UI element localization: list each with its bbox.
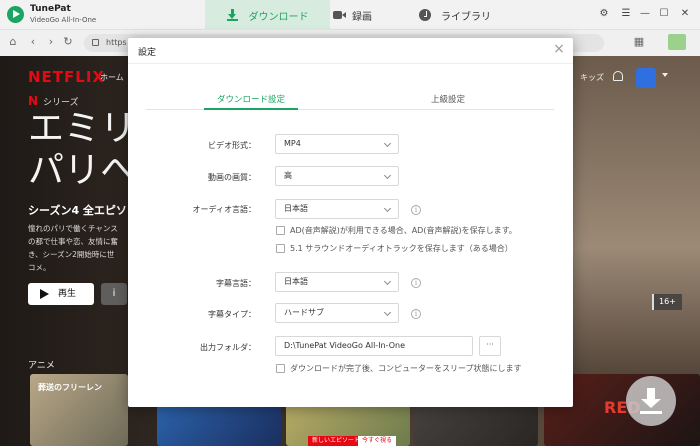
- subtitle-type-value: ハードサブ: [284, 308, 324, 317]
- chevron-down-icon: [383, 204, 392, 213]
- active-tab-indicator: [204, 108, 298, 110]
- settings-dialog: 設定 × ダウンロード設定 上級設定 ビデオ形式： MP4 動画の画質： 高 オ…: [128, 38, 573, 407]
- ad-audio-checkbox[interactable]: [276, 226, 285, 235]
- back-icon[interactable]: ‹: [26, 35, 40, 48]
- caret-down-icon[interactable]: [662, 73, 668, 77]
- tab-download[interactable]: ダウンロード: [205, 0, 330, 30]
- show-title: エミリ パリへ: [28, 108, 136, 192]
- grid-icon[interactable]: ▦: [632, 35, 646, 48]
- subtitle-type-select[interactable]: ハードサブ: [275, 303, 399, 323]
- card-title: 葬送のフリーレン: [38, 383, 102, 392]
- audio-language-select[interactable]: 日本語: [275, 199, 399, 219]
- info-icon[interactable]: i: [411, 278, 421, 288]
- play-button[interactable]: 再生: [28, 283, 94, 305]
- browse-folder-button[interactable]: ···: [479, 336, 501, 356]
- download-fab-icon[interactable]: [626, 376, 676, 426]
- chevron-down-icon: [383, 139, 392, 148]
- video-quality-select[interactable]: 高: [275, 166, 399, 186]
- output-folder-field[interactable]: D:\TunePat VideoGo All-In-One: [275, 336, 473, 356]
- lock-icon: [92, 39, 99, 46]
- info-icon[interactable]: i: [411, 309, 421, 319]
- dialog-title: 設定: [138, 48, 157, 58]
- kids-link[interactable]: キッズ: [580, 72, 604, 83]
- subtitle-type-label: 字幕タイプ：: [208, 310, 256, 319]
- netflix-logo[interactable]: NETFLIX: [28, 68, 105, 86]
- video-format-label: ビデオ形式：: [208, 141, 256, 150]
- tab-record-label: 録画: [352, 11, 372, 23]
- chevron-down-icon: [383, 171, 392, 180]
- divider: [128, 63, 573, 64]
- show-description: 憧れのパリで働くチャンス の都で仕事や恋、友情に奮 き、シーズン2開始時に世 コ…: [28, 222, 128, 274]
- desc-line: 憧れのパリで働くチャンス: [28, 224, 118, 233]
- row-title: アニメ: [28, 361, 55, 371]
- surround-audio-label: 5.1 サラウンドオーディオトラックを保存します（ある場合）: [290, 244, 513, 253]
- clock-icon: [419, 9, 431, 21]
- output-folder-label: 出力フォルダ：: [200, 343, 256, 352]
- tab-record[interactable]: 録画: [333, 0, 413, 30]
- app-titlebar: TunePat VideoGo All-In-One ダウンロード 録画 ライブ…: [0, 0, 700, 30]
- video-quality-value: 高: [284, 171, 292, 180]
- maximize-icon[interactable]: ☐: [657, 7, 671, 21]
- forward-icon[interactable]: ›: [44, 35, 58, 48]
- desc-line: の都で仕事や恋、友情に奮: [28, 237, 118, 246]
- title-card[interactable]: 葬送のフリーレン: [30, 374, 128, 446]
- video-quality-label: 動画の画質：: [208, 173, 256, 182]
- subtitle-language-select[interactable]: 日本語: [275, 272, 399, 292]
- desc-line: き、シーズン2開始時に世: [28, 250, 115, 259]
- sleep-after-download-label: ダウンロードが完了後、コンピューターをスリープ状態にします: [290, 364, 522, 373]
- tab-library[interactable]: ライブラリ: [419, 0, 499, 30]
- reload-icon[interactable]: ↻: [61, 35, 75, 48]
- tab-library-label: ライブラリ: [441, 11, 491, 23]
- show-title-line-2: パリへ: [28, 150, 137, 191]
- bell-icon[interactable]: [613, 71, 623, 81]
- tunepat-logo-icon: [7, 6, 24, 23]
- new-episode-badge: 新しいエピソード: [308, 436, 365, 446]
- window-close-icon[interactable]: ✕: [678, 7, 692, 21]
- download-icon: [226, 9, 239, 21]
- url-text: https: [106, 38, 127, 47]
- sleep-after-download-checkbox[interactable]: [276, 364, 285, 373]
- show-title-line-1: エミリ: [28, 108, 137, 149]
- ad-audio-label: AD(音声解説)が利用できる場合、AD(音声解説)を保存します。: [290, 226, 517, 235]
- video-camera-icon: [333, 11, 346, 19]
- surround-audio-checkbox[interactable]: [276, 244, 285, 253]
- season-label: シーズン4 全エピソ: [28, 204, 127, 217]
- minimize-icon[interactable]: —: [638, 7, 652, 21]
- subtitle-language-label: 字幕言語：: [216, 279, 256, 288]
- hero-image: [560, 56, 700, 376]
- tab-download-label: ダウンロード: [248, 11, 309, 23]
- audio-language-value: 日本語: [284, 204, 308, 213]
- chevron-down-icon: [383, 277, 392, 286]
- info-button[interactable]: i: [101, 283, 127, 305]
- maturity-rating-badge: 16+: [652, 294, 682, 310]
- app-subtitle: VideoGo All-In-One: [30, 16, 97, 24]
- series-label: シリーズ: [43, 98, 79, 108]
- settings-gear-icon[interactable]: ⚙: [597, 7, 611, 21]
- avatar[interactable]: [636, 68, 656, 88]
- desc-line: コメ。: [28, 263, 51, 272]
- info-icon[interactable]: i: [411, 205, 421, 215]
- subtitle-language-value: 日本語: [284, 277, 308, 286]
- series-tag: N シリーズ: [28, 94, 79, 108]
- nav-home[interactable]: ホーム: [100, 72, 124, 83]
- chevron-down-icon: [383, 308, 392, 317]
- video-format-value: MP4: [284, 139, 301, 148]
- audio-language-label: オーディオ言語：: [192, 205, 256, 214]
- sidebar-toggle-icon[interactable]: [668, 34, 686, 50]
- app-name: TunePat: [30, 4, 71, 14]
- home-icon[interactable]: ⌂: [6, 35, 20, 48]
- tab-download-settings[interactable]: ダウンロード設定: [217, 93, 285, 105]
- tab-advanced-settings[interactable]: 上級設定: [431, 93, 465, 105]
- watch-now-badge: 今すぐ視る: [358, 436, 397, 446]
- video-format-select[interactable]: MP4: [275, 134, 399, 154]
- netflix-n-icon: N: [28, 94, 39, 108]
- close-icon[interactable]: ×: [552, 42, 566, 56]
- menu-icon[interactable]: ☰: [619, 7, 633, 21]
